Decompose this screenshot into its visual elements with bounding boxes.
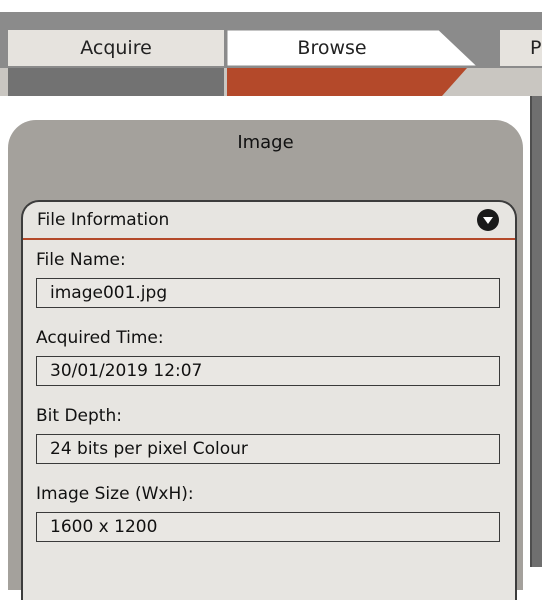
indicator-active [227,68,467,96]
image-size-label: Image Size (WxH): [36,484,194,504]
tab-browse[interactable]: Browse [227,30,478,66]
tab-next-label: P [530,37,542,59]
tab-browse-label: Browse [297,37,367,59]
tab-acquire-label: Acquire [80,37,152,59]
file-information-group: File Information File Name: image001.jpg… [21,200,517,600]
tab-next[interactable]: P [500,30,542,66]
tab-bar: Acquire Browse P [0,28,542,68]
tab-indicator-bar [0,68,542,96]
main-area: Image File Information File Name: image0… [0,96,542,600]
file-information-header[interactable]: File Information [23,202,515,240]
bit-depth-field: 24 bits per pixel Colour [36,434,500,464]
image-panel: Image File Information File Name: image0… [8,120,523,600]
acquired-time-field: 30/01/2019 12:07 [36,356,500,386]
right-panel-edge [530,96,542,567]
image-size-field: 1600 x 1200 [36,512,500,542]
chevron-down-icon [483,217,493,224]
file-information-title: File Information [37,210,170,230]
panel-title: Image [237,132,294,153]
file-name-label: File Name: [36,250,126,270]
collapse-circle-icon[interactable] [477,209,499,231]
acquired-time-label: Acquired Time: [36,328,164,348]
top-strip [0,12,542,28]
file-name-field: image001.jpg [36,278,500,308]
indicator-inactive [8,68,224,96]
bit-depth-label: Bit Depth: [36,406,122,426]
tab-acquire[interactable]: Acquire [8,30,224,66]
